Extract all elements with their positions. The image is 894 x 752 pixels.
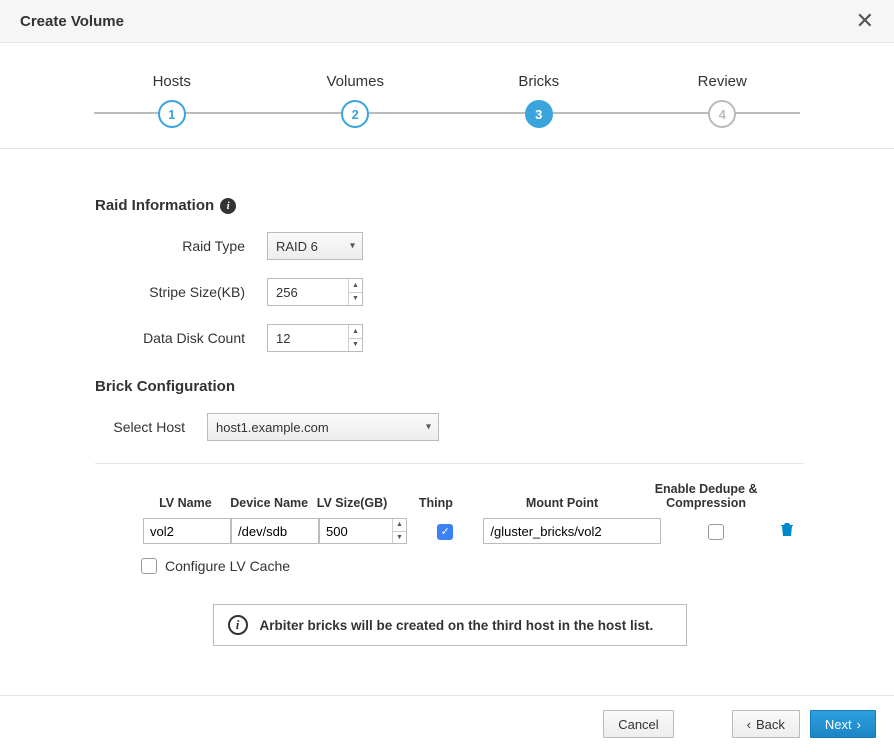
thinp-checkbox[interactable]: ✓ (437, 524, 453, 540)
divider (95, 463, 804, 464)
back-button[interactable]: ‹ Back (732, 710, 800, 738)
device-name-input[interactable] (231, 518, 319, 544)
table-row: ▲ ▼ ✓ (95, 518, 804, 544)
spinner-up-icon[interactable]: ▲ (349, 279, 362, 293)
number-spinner[interactable]: ▲ ▼ (348, 325, 362, 351)
number-spinner[interactable]: ▲ ▼ (392, 519, 406, 543)
spinner-down-icon[interactable]: ▼ (349, 293, 362, 306)
arbiter-alert: i Arbiter bricks will be created on the … (213, 604, 687, 646)
modal-footer: Cancel ‹ Back Next › (0, 695, 894, 752)
spinner-up-icon[interactable]: ▲ (349, 325, 362, 339)
wizard-connector (94, 112, 800, 114)
dedup-checkbox[interactable] (708, 524, 724, 540)
wizard-step-label: Review (698, 73, 747, 90)
wizard-step-hosts[interactable]: Hosts 1 (80, 73, 264, 128)
col-thinp: Thinp (393, 496, 478, 510)
alert-text: Arbiter bricks will be created on the th… (260, 618, 654, 633)
wizard-step-number: 4 (708, 100, 736, 128)
wizard-step-number: 3 (525, 100, 553, 128)
wizard-step-volumes[interactable]: Volumes 2 (264, 73, 448, 128)
wizard-step-label: Hosts (153, 73, 191, 90)
col-device: Device Name (228, 496, 311, 510)
disk-count-label: Data Disk Count (95, 330, 267, 346)
wizard-steps: Hosts 1 Volumes 2 Bricks 3 Review 4 (0, 43, 894, 149)
wizard-step-number: 1 (158, 100, 186, 128)
spinner-up-icon[interactable]: ▲ (393, 519, 406, 532)
number-spinner[interactable]: ▲ ▼ (348, 279, 362, 305)
back-label: Back (756, 717, 785, 732)
wizard-step-review[interactable]: Review 4 (631, 73, 815, 128)
info-icon[interactable]: i (220, 198, 236, 214)
raid-section-title-text: Raid Information (95, 197, 214, 214)
lv-cache-label: Configure LV Cache (165, 558, 290, 574)
wizard-step-label: Volumes (326, 73, 384, 90)
lv-name-input[interactable] (143, 518, 231, 544)
wizard-step-label: Bricks (518, 73, 559, 90)
mount-point-input[interactable] (483, 518, 661, 544)
disk-count-row: Data Disk Count ▲ ▼ (95, 324, 804, 352)
cancel-button[interactable]: Cancel (603, 710, 673, 738)
stripe-size-label: Stripe Size(KB) (95, 284, 267, 300)
table-header: LV Name Device Name LV Size(GB) Thinp Mo… (95, 482, 804, 518)
chevron-left-icon: ‹ (747, 717, 751, 732)
raid-type-row: Raid Type RAID 6 ▾ (95, 232, 804, 260)
wizard-step-number: 2 (341, 100, 369, 128)
close-icon[interactable]: ✕ (856, 10, 874, 32)
select-host-select[interactable]: host1.example.com (207, 413, 439, 441)
col-lv-size: LV Size(GB) (311, 496, 394, 510)
create-volume-modal: Create Volume ✕ Hosts 1 Volumes 2 Bricks… (0, 0, 894, 752)
info-icon: i (228, 615, 248, 635)
footer-gap (684, 710, 722, 738)
bricks-form: Raid Information i Raid Type RAID 6 ▾ St… (0, 149, 894, 666)
spinner-down-icon[interactable]: ▼ (349, 339, 362, 352)
modal-body: Hosts 1 Volumes 2 Bricks 3 Review 4 (0, 43, 894, 695)
col-dedup: Enable Dedupe & Compression (646, 482, 767, 510)
spinner-down-icon[interactable]: ▼ (393, 532, 406, 544)
next-label: Next (825, 717, 852, 732)
select-host-row: Select Host host1.example.com ▾ (95, 413, 804, 441)
modal-header: Create Volume ✕ (0, 0, 894, 43)
raid-type-select[interactable]: RAID 6 (267, 232, 363, 260)
modal-title: Create Volume (20, 13, 124, 30)
trash-icon[interactable] (781, 524, 793, 540)
brick-table: LV Name Device Name LV Size(GB) Thinp Mo… (95, 482, 804, 574)
wizard-step-bricks[interactable]: Bricks 3 (447, 73, 631, 128)
brick-section-title: Brick Configuration (95, 378, 804, 395)
next-button[interactable]: Next › (810, 710, 876, 738)
lv-cache-row: Configure LV Cache (141, 558, 804, 574)
lv-cache-checkbox[interactable] (141, 558, 157, 574)
stripe-size-row: Stripe Size(KB) ▲ ▼ (95, 278, 804, 306)
select-host-label: Select Host (95, 419, 207, 435)
col-mount: Mount Point (478, 496, 646, 510)
raid-section-title: Raid Information i (95, 197, 804, 214)
chevron-right-icon: › (857, 717, 861, 732)
col-lv-name: LV Name (143, 496, 228, 510)
raid-type-label: Raid Type (95, 238, 267, 254)
